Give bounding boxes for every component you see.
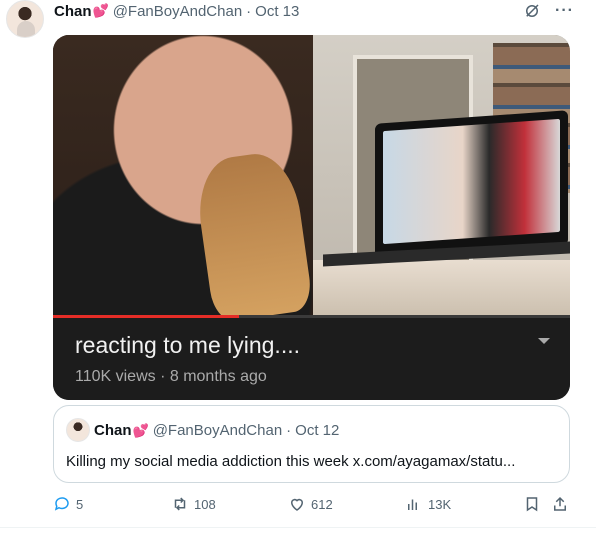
repost-count: 108 xyxy=(194,496,216,512)
heart-icon xyxy=(290,498,304,511)
action-bar: 5 108 612 13K xyxy=(53,495,570,517)
author-name[interactable]: Chan xyxy=(54,3,92,20)
reply-button[interactable]: 5 xyxy=(53,495,83,513)
quoted-text: Killing my social media addiction this w… xyxy=(66,453,516,470)
reply-icon xyxy=(54,497,69,511)
quoted-date: Oct 12 xyxy=(295,422,340,439)
tweet-header: Chan 💕 @FanBoyAndChan · Oct 13 xyxy=(54,2,299,20)
laptop xyxy=(375,110,568,259)
heart-emoji: 💕 xyxy=(92,3,109,18)
quoted-author-name: Chan xyxy=(94,422,132,439)
views-icon xyxy=(408,499,417,510)
views-button[interactable]: 13K xyxy=(405,495,451,513)
avatar[interactable] xyxy=(6,0,44,38)
video-caption: reacting to me lying.... 110K views · 8 … xyxy=(53,318,570,400)
tweet[interactable]: Chan 💕 @FanBoyAndChan · Oct 13 ··· react… xyxy=(0,0,596,534)
like-button[interactable]: 612 xyxy=(288,495,333,513)
video-meta: 110K views · 8 months ago xyxy=(75,368,267,385)
repost-button[interactable]: 108 xyxy=(171,495,216,513)
laptop-screen xyxy=(383,118,560,245)
reply-count: 5 xyxy=(76,496,84,512)
separator-dot: · xyxy=(246,2,252,20)
author-handle[interactable]: @FanBoyAndChan xyxy=(113,3,242,20)
video-title: reacting to me lying.... xyxy=(75,332,300,358)
video-thumbnail[interactable] xyxy=(53,35,570,317)
tweet-divider xyxy=(0,527,596,528)
bookmark-icon xyxy=(526,497,538,512)
views-count: 13K xyxy=(428,496,452,512)
header-icons: ··· xyxy=(523,2,574,20)
quoted-header: Chan 💕 @FanBoyAndChan · Oct 12 xyxy=(94,422,339,439)
quoted-separator-dot: · xyxy=(286,422,292,439)
tweet-date[interactable]: Oct 13 xyxy=(255,3,299,20)
quoted-avatar xyxy=(66,418,90,442)
share-icon xyxy=(554,496,566,511)
video-card[interactable]: reacting to me lying.... 110K views · 8 … xyxy=(53,35,570,400)
chevron-down-icon[interactable] xyxy=(538,338,550,344)
quoted-heart-emoji: 💕 xyxy=(132,422,149,438)
quoted-author-handle: @FanBoyAndChan xyxy=(152,422,283,439)
like-count: 612 xyxy=(311,496,333,512)
quoted-tweet[interactable]: Chan 💕 @FanBoyAndChan · Oct 12 Killing m… xyxy=(53,405,570,483)
repost-icon xyxy=(174,497,186,511)
more-icon[interactable]: ··· xyxy=(555,3,574,19)
bookmark-button[interactable] xyxy=(523,495,541,513)
share-button[interactable] xyxy=(551,495,569,513)
grok-icon[interactable] xyxy=(523,2,541,20)
